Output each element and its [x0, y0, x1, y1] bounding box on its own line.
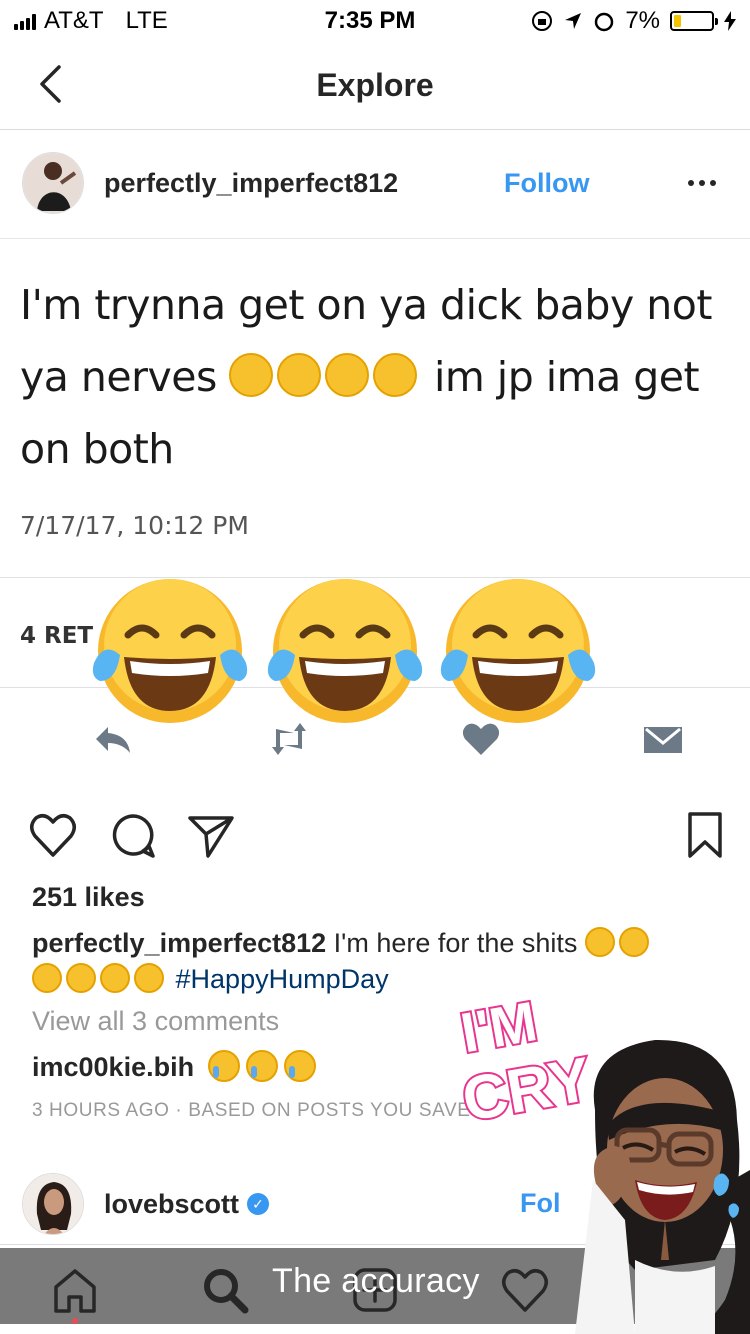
next-follow-button[interactable]: Fol	[520, 1188, 562, 1219]
avatar-image	[23, 1174, 83, 1234]
crying-bitmoji-sticker	[575, 1039, 750, 1334]
tweet-text: I'm trynna get on ya dick baby not ya ne…	[20, 269, 740, 485]
heart-icon	[462, 723, 500, 755]
tears-of-joy-icon	[584, 927, 615, 957]
follow-button[interactable]: Follow	[504, 168, 634, 199]
loudly-crying-face-icon	[283, 1050, 316, 1082]
loudly-crying-face-icon	[245, 1050, 278, 1082]
status-bar: AT&T LTE 7:35 PM 7%	[0, 0, 750, 42]
chevron-left-icon	[40, 65, 61, 103]
location-icon	[565, 13, 582, 29]
comment-icon[interactable]	[108, 810, 158, 860]
rofl-face-icon	[618, 927, 649, 957]
tweet-line-1: I'm trynna get on ya dick baby not	[20, 281, 712, 329]
bookmark-icon[interactable]	[680, 810, 730, 860]
overlay-caption-text: The accuracy	[272, 1262, 480, 1300]
post-timestamp: 3 HOURS AGO · BASED ON POSTS YOU SAVE	[32, 1100, 471, 1121]
reply-icon	[96, 727, 130, 753]
heart-icon[interactable]	[28, 810, 78, 860]
status-time: 7:35 PM	[324, 7, 416, 34]
view-comments-link[interactable]: View all 3 comments	[32, 1006, 279, 1037]
verified-badge-icon: ✓	[247, 1193, 270, 1215]
battery-icon	[670, 11, 718, 31]
caption-username[interactable]: perfectly_imperfect812	[32, 928, 326, 958]
relieved-face-icon	[229, 353, 274, 397]
next-post-username[interactable]: lovebscott	[104, 1189, 239, 1220]
tears-of-joy-icon	[100, 963, 130, 993]
signal-icon	[14, 12, 36, 30]
rofl-face-icon	[373, 353, 418, 397]
share-icon[interactable]	[186, 810, 236, 860]
retweet-icon	[272, 723, 306, 755]
avatar[interactable]	[22, 1173, 84, 1235]
rofl-face-icon	[66, 963, 96, 993]
back-button[interactable]	[30, 62, 70, 106]
avatar[interactable]	[22, 152, 84, 214]
tweet-line-3: on both	[20, 425, 174, 473]
caption-text: I'm here for the shits	[333, 928, 578, 958]
alarm-icon	[595, 12, 614, 32]
battery-percent: 7%	[625, 7, 660, 34]
comment-username[interactable]: imc00kie.bih	[32, 1052, 194, 1082]
comment: imc00kie.bih	[32, 1050, 316, 1083]
status-right: 7%	[506, 7, 736, 35]
avatar-image	[23, 153, 83, 213]
tweet-line-2-after: im jp ima get	[433, 353, 700, 401]
relieved-face-icon	[277, 353, 322, 397]
post-header: perfectly_imperfect812 Follow	[0, 130, 750, 236]
likes-count[interactable]: 251 likes	[32, 882, 145, 913]
rofl-face-icon	[325, 353, 370, 397]
activity-dot	[72, 1318, 78, 1324]
message-icon	[644, 727, 682, 753]
rofl-face-icon	[134, 963, 164, 993]
hashtag-link[interactable]: #HappyHumpDay	[176, 964, 389, 994]
rotation-lock-icon	[532, 11, 553, 31]
tweet-line-2-before: ya nerves	[20, 353, 217, 401]
loudly-crying-face-icon	[207, 1050, 240, 1082]
tears-of-joy-icon	[440, 579, 596, 723]
sticker-line-1: I'M	[456, 989, 541, 1064]
tears-of-joy-icon	[32, 963, 62, 993]
ellipsis-icon[interactable]	[688, 180, 728, 186]
nav-bar: Explore	[0, 42, 750, 130]
tears-of-joy-icon	[92, 579, 248, 723]
tweet-line-2: ya nerves im jp ima get	[20, 341, 740, 413]
post-username[interactable]: perfectly_imperfect812	[104, 168, 504, 199]
page-title: Explore	[316, 67, 434, 103]
tears-of-joy-icon	[267, 579, 423, 723]
post-image[interactable]: I'm trynna get on ya dick baby not ya ne…	[0, 238, 750, 786]
carrier-label: AT&T	[44, 7, 104, 34]
retweet-count: 4 RET	[20, 623, 94, 649]
tweet-date: 7/17/17, 10:12 PM	[20, 511, 249, 540]
post-action-bar	[0, 800, 750, 872]
status-left: AT&T LTE	[14, 7, 274, 35]
charging-bolt-icon	[724, 11, 736, 31]
network-label: LTE	[125, 7, 168, 34]
